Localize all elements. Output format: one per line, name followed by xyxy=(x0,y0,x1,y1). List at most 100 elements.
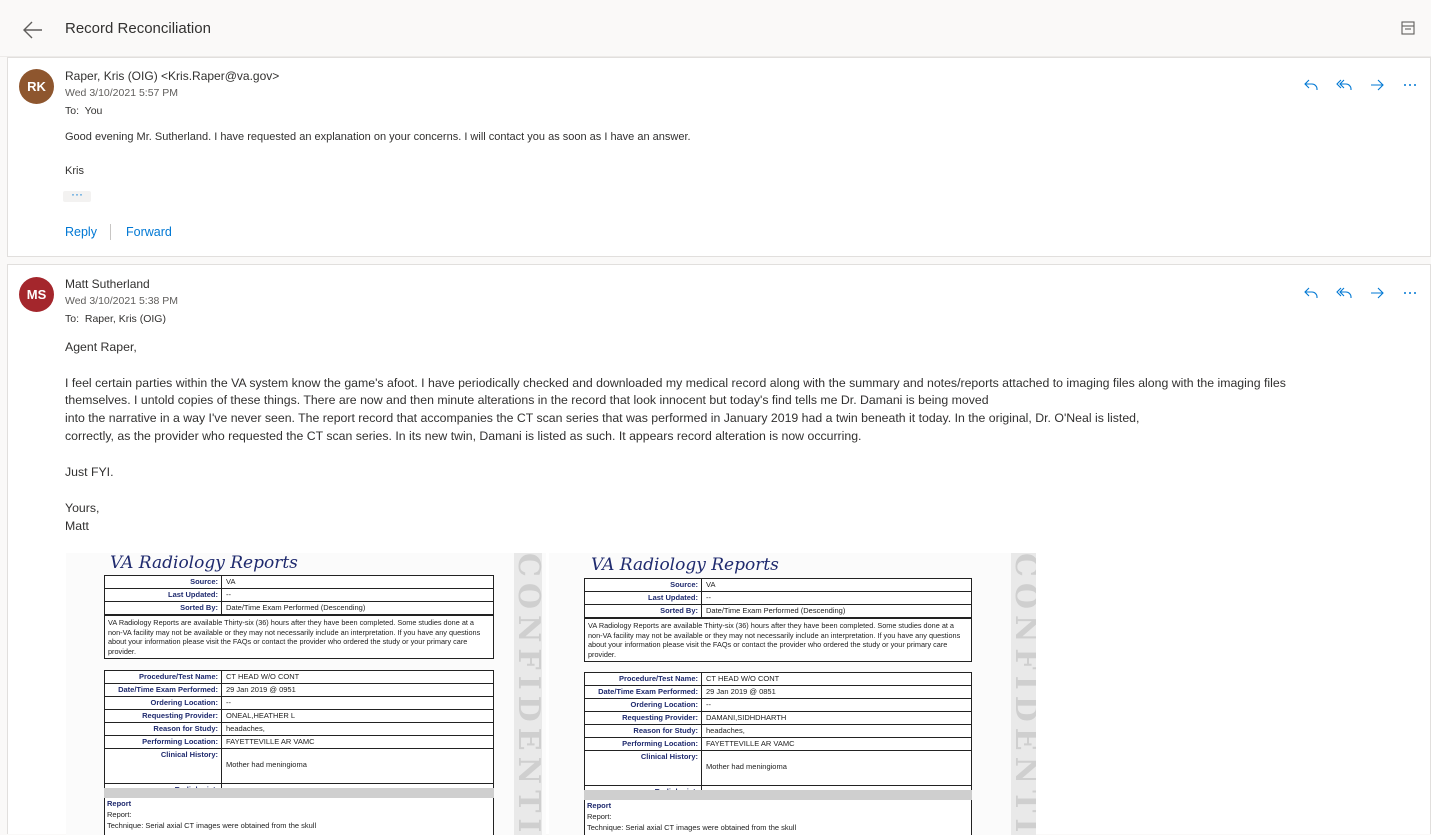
forward-icon[interactable] xyxy=(1367,283,1387,303)
value-sorted-by: Date/Time Exam Performed (Descending) xyxy=(226,603,366,612)
message-signature: Matt xyxy=(65,519,89,533)
label-reason: Reason for Study: xyxy=(105,723,222,735)
value-datetime: 29 Jan 2019 @ 0951 xyxy=(226,685,296,694)
sender-name[interactable]: Raper, Kris (OIG) <Kris.Raper@va.gov> xyxy=(65,69,279,83)
message-date: Wed 3/10/2021 5:38 PM xyxy=(65,295,179,307)
reply-all-icon[interactable] xyxy=(1334,75,1354,95)
label-last-updated: Last Updated: xyxy=(585,592,702,604)
reply-all-icon[interactable] xyxy=(1334,283,1354,303)
report-divider xyxy=(104,788,494,798)
value-sorted-by: Date/Time Exam Performed (Descending) xyxy=(706,606,846,615)
report-text-line: Report: xyxy=(587,812,612,821)
value-ordering-location: -- xyxy=(706,700,711,709)
to-label: To: xyxy=(65,313,80,325)
label-source: Source: xyxy=(585,579,702,591)
report-section: Report Report: Technique: Serial axial C… xyxy=(104,798,494,835)
value-procedure: CT HEAD W/O CONT xyxy=(706,674,780,683)
to-label: To: xyxy=(65,105,80,117)
label-reason: Reason for Study: xyxy=(585,725,702,737)
message-fyi: Just FYI. xyxy=(65,465,114,479)
back-arrow-icon[interactable] xyxy=(22,20,44,40)
reading-pane-header: Record Reconciliation xyxy=(0,0,1431,57)
value-procedure: CT HEAD W/O CONT xyxy=(226,672,300,681)
value-clinical-history: Mother had meningioma xyxy=(226,760,307,769)
label-ordering-location: Ordering Location: xyxy=(105,697,222,709)
sender-name[interactable]: Matt Sutherland xyxy=(65,277,150,291)
value-ordering-location: -- xyxy=(226,698,231,707)
message-paragraph-line: themselves. I untold copies of these thi… xyxy=(65,393,989,407)
message-closing: Yours, xyxy=(65,501,100,515)
report-text-line: Technique: Serial axial CT images were o… xyxy=(107,821,317,830)
value-clinical-history: Mother had meningioma xyxy=(706,762,787,771)
forward-button[interactable]: Forward xyxy=(126,225,172,239)
message-actions xyxy=(1301,283,1420,303)
label-clinical-history: Clinical History: xyxy=(105,749,222,783)
report-text-line: Report: xyxy=(107,810,132,819)
more-actions-icon[interactable] xyxy=(1400,283,1420,303)
label-datetime: Date/Time Exam Performed: xyxy=(105,684,222,696)
conversation-subject: Record Reconciliation xyxy=(65,20,211,37)
value-last-updated: -- xyxy=(706,593,711,602)
label-clinical-history: Clinical History: xyxy=(585,751,702,785)
report-divider xyxy=(584,790,972,800)
recipients: To: You xyxy=(65,105,102,117)
label-source: Source: xyxy=(105,576,222,588)
label-last-updated: Last Updated: xyxy=(105,589,222,601)
label-ordering-location: Ordering Location: xyxy=(585,699,702,711)
message-paragraph-line: into the narrative in a way I've never s… xyxy=(65,411,1140,425)
value-performing-location: FAYETTEVILLE AR VAMC xyxy=(706,739,795,748)
report-detail-table: Procedure/Test Name: CT HEAD W/O CONT Dat… xyxy=(104,670,494,797)
avatar: MS xyxy=(19,277,54,312)
report-note: VA Radiology Reports are available Thirt… xyxy=(585,618,971,661)
recipients: To: Raper, Kris (OIG) xyxy=(65,313,166,325)
value-reason: headaches, xyxy=(706,726,745,735)
reply-icon[interactable] xyxy=(1301,283,1321,303)
recipient[interactable]: You xyxy=(85,105,103,117)
label-sorted-by: Sorted By: xyxy=(105,602,222,614)
message-card-raper[interactable]: RK Raper, Kris (OIG) <Kris.Raper@va.gov>… xyxy=(7,57,1431,257)
confidential-watermark: CONFIDENTIA xyxy=(1008,553,1036,835)
avatar: RK xyxy=(19,69,54,104)
message-card-sutherland[interactable]: MS Matt Sutherland Wed 3/10/2021 5:38 PM… xyxy=(7,264,1431,835)
label-procedure: Procedure/Test Name: xyxy=(105,671,222,683)
value-performing-location: FAYETTEVILLE AR VAMC xyxy=(226,737,315,746)
avatar-initials: MS xyxy=(26,287,47,302)
report-section: Report Report: Technique: Serial axial C… xyxy=(584,800,972,835)
value-requesting-provider: ONEAL,HEATHER L xyxy=(226,711,296,720)
reply-button[interactable]: Reply xyxy=(65,225,97,239)
message-greeting: Agent Raper, xyxy=(65,340,137,354)
message-signature: Kris xyxy=(65,165,84,177)
inline-image-altered-report[interactable]: VA Radiology Reports CONFIDENTIA Source:… xyxy=(549,553,1036,835)
label-requesting-provider: Requesting Provider: xyxy=(585,712,702,724)
divider xyxy=(110,224,111,240)
report-meta-table: Source: VA Last Updated: -- Sorted By: Date… xyxy=(584,578,972,662)
label-procedure: Procedure/Test Name: xyxy=(585,673,702,685)
open-in-new-window-icon[interactable] xyxy=(1401,21,1415,35)
inline-image-original-report[interactable]: VA Radiology Reports CONFIDENTIA Source:… xyxy=(66,553,546,835)
more-actions-icon[interactable] xyxy=(1400,75,1420,95)
value-requesting-provider: DAMANI,SIDHDHARTH xyxy=(706,713,787,722)
message-body-text: Good evening Mr. Sutherland. I have requ… xyxy=(65,131,691,143)
value-source: VA xyxy=(706,580,716,589)
show-quoted-text-button[interactable]: ··· xyxy=(63,188,91,202)
message-date: Wed 3/10/2021 5:57 PM xyxy=(65,87,179,99)
message-actions xyxy=(1301,75,1420,95)
report-section-label: Report xyxy=(587,801,612,810)
report-detail-table: Procedure/Test Name: CT HEAD W/O CONT Dat… xyxy=(584,672,972,799)
report-title: VA Radiology Reports xyxy=(110,553,298,573)
report-meta-table: Source: VA Last Updated: -- Sorted By: Date… xyxy=(104,575,494,659)
forward-icon[interactable] xyxy=(1367,75,1387,95)
report-title: VA Radiology Reports xyxy=(591,555,779,575)
message-paragraph-line: correctly, as the provider who requested… xyxy=(65,429,862,443)
label-datetime: Date/Time Exam Performed: xyxy=(585,686,702,698)
recipient[interactable]: Raper, Kris (OIG) xyxy=(85,313,166,325)
message-paragraph-line: I feel certain parties within the VA sys… xyxy=(65,376,1286,390)
value-datetime: 29 Jan 2019 @ 0851 xyxy=(706,687,776,696)
report-section-label: Report xyxy=(107,799,132,808)
value-reason: headaches, xyxy=(226,724,265,733)
label-sorted-by: Sorted By: xyxy=(585,605,702,617)
confidential-watermark: CONFIDENTIA xyxy=(511,553,546,835)
avatar-initials: RK xyxy=(27,79,46,94)
label-performing-location: Performing Location: xyxy=(585,738,702,750)
reply-icon[interactable] xyxy=(1301,75,1321,95)
